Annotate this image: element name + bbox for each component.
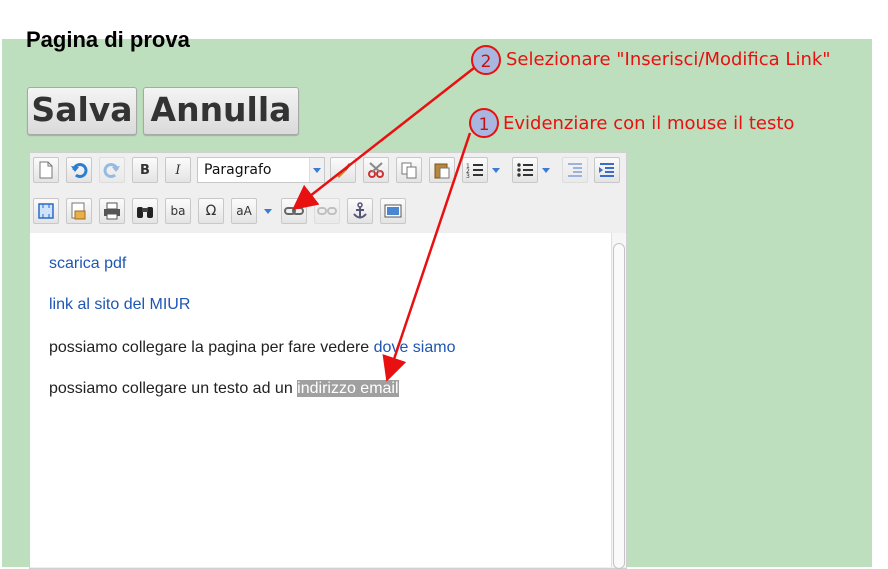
annotation-arrows (292, 67, 475, 382)
arrow-to-link-icon (292, 67, 475, 211)
step-1-text: Evidenziare con il mouse il testo (503, 113, 795, 134)
step-badge-2: 2 (471, 45, 501, 75)
step-badge-1: 1 (469, 108, 499, 138)
step-2-text: Selezionare "Inserisci/Modifica Link" (506, 49, 831, 70)
arrow-to-selected-text (382, 132, 472, 382)
